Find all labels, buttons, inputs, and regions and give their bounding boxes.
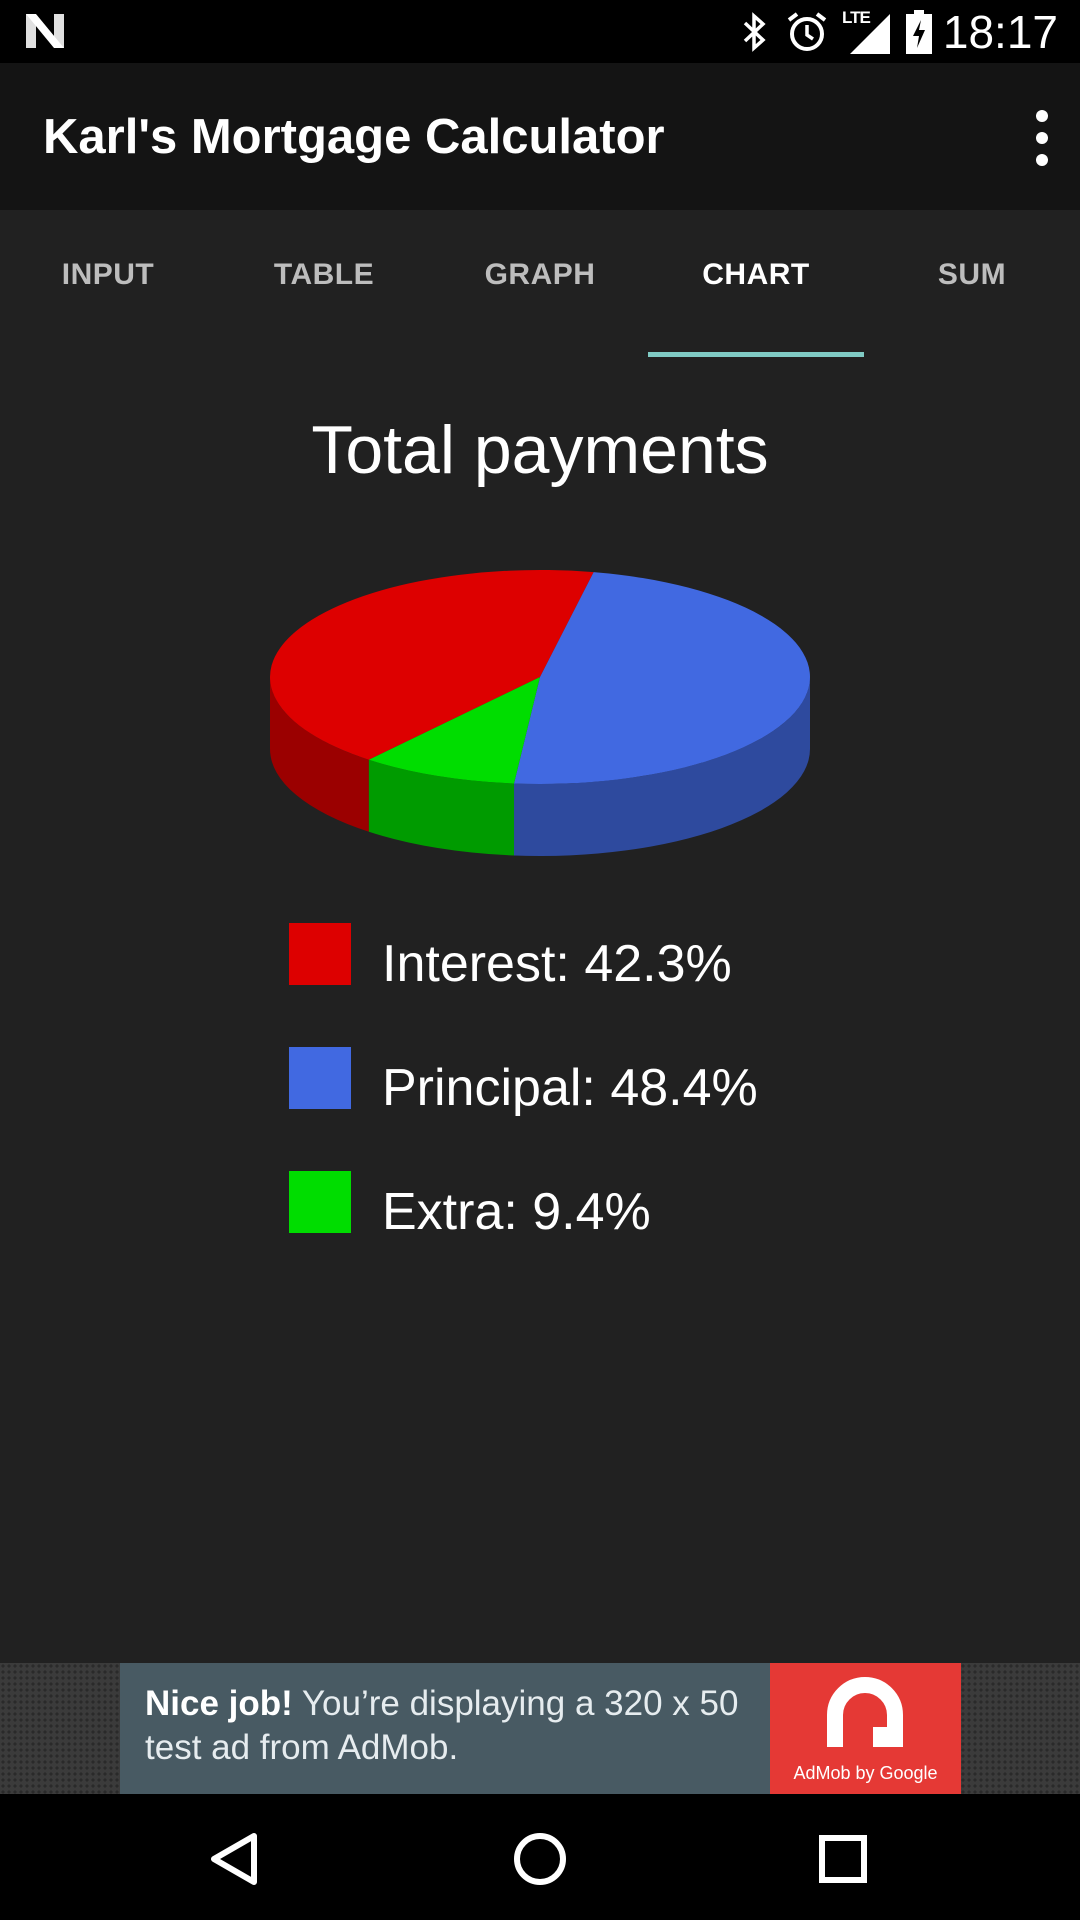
overflow-menu-button[interactable] <box>1000 107 1060 169</box>
nav-back-button[interactable] <box>202 1824 272 1894</box>
legend-item-extra: Extra: 9.4% <box>289 1171 889 1241</box>
nav-recents-button[interactable] <box>808 1824 878 1894</box>
tab-sum[interactable]: SUM <box>864 210 1080 360</box>
tab-chart[interactable]: CHART <box>648 210 864 360</box>
pie-chart <box>270 570 810 856</box>
tab-bar: INPUT TABLE GRAPH CHART SUM <box>0 210 1080 360</box>
chart-title: Total payments <box>311 412 769 488</box>
legend-swatch-extra <box>289 1171 351 1233</box>
tab-graph[interactable]: GRAPH <box>432 210 648 360</box>
status-time: 18:17 <box>942 6 1058 58</box>
legend-swatch-principal <box>289 1047 351 1109</box>
lte-signal-icon: LTE <box>842 8 890 54</box>
legend-label-interest: Interest: 42.3% <box>382 935 732 993</box>
status-bar: LTE 18:17 <box>0 0 1080 63</box>
legend-swatch-interest <box>289 923 351 985</box>
alarm-icon <box>787 12 827 51</box>
network-label: LTE <box>842 8 871 27</box>
back-icon <box>211 1833 257 1885</box>
navigation-bar <box>0 1794 1080 1920</box>
n-logo-icon <box>26 14 64 48</box>
ad-banner[interactable]: Nice job! You’re displaying a 320 x 50 t… <box>120 1663 961 1794</box>
legend-item-interest: Interest: 42.3% <box>289 923 889 993</box>
ad-container: Nice job! You’re displaying a 320 x 50 t… <box>0 1663 1080 1794</box>
admob-icon <box>827 1677 903 1747</box>
ad-text: Nice job! You’re displaying a 320 x 50 t… <box>145 1682 765 1770</box>
home-icon <box>514 1833 566 1885</box>
battery-charging-icon <box>906 10 932 54</box>
app-bar: Karl's Mortgage Calculator <box>0 63 1080 210</box>
legend-label-extra: Extra: 9.4% <box>382 1183 651 1241</box>
admob-caption: AdMob by Google <box>793 1763 938 1783</box>
tab-indicator <box>648 352 864 357</box>
app-title: Karl's Mortgage Calculator <box>43 110 665 164</box>
tab-table[interactable]: TABLE <box>216 210 432 360</box>
admob-logo: AdMob by Google <box>770 1663 961 1794</box>
tab-input[interactable]: INPUT <box>0 210 216 360</box>
legend-label-principal: Principal: 48.4% <box>382 1059 758 1117</box>
bluetooth-icon <box>743 12 766 52</box>
legend-item-principal: Principal: 48.4% <box>289 1047 889 1117</box>
more-vert-icon <box>1036 110 1048 166</box>
ad-headline: Nice job! <box>145 1684 293 1723</box>
recents-icon <box>819 1835 867 1883</box>
nav-home-button[interactable] <box>505 1824 575 1894</box>
